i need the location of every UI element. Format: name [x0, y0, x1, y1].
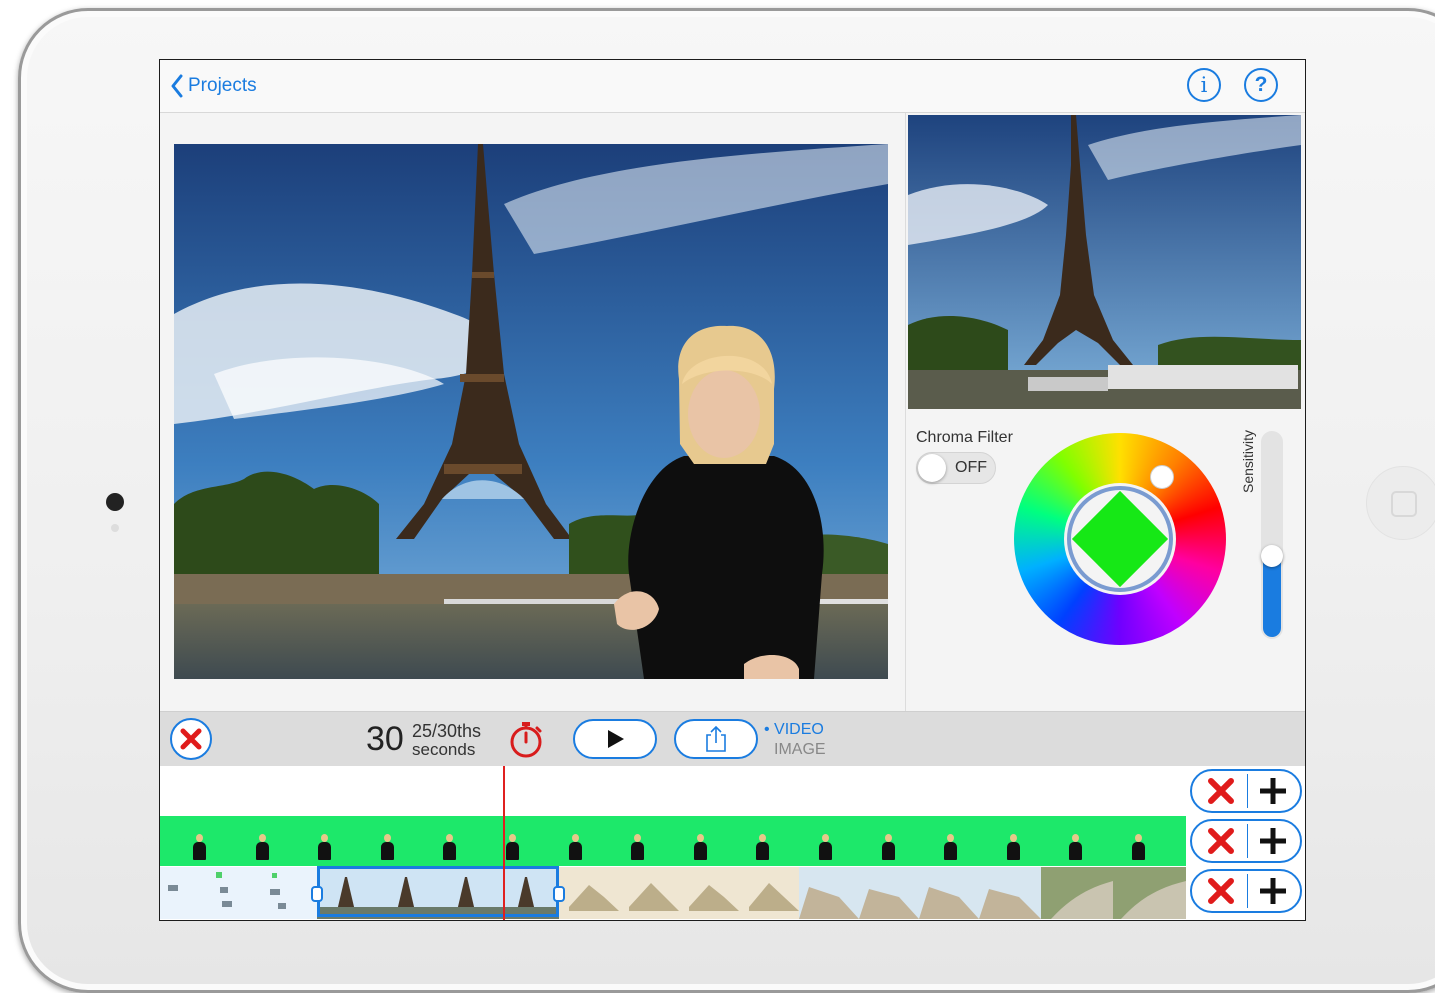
foreground-frame-thumbnail — [568, 834, 582, 862]
foreground-frame-thumbnail — [1131, 834, 1145, 862]
timer-icon — [510, 722, 542, 758]
row-controls-3 — [1190, 869, 1302, 913]
foreground-frame-thumbnail — [943, 834, 958, 862]
sensitivity-slider[interactable] — [1261, 431, 1283, 639]
foreground-video-track[interactable] — [160, 816, 1186, 866]
plus-icon — [1260, 778, 1286, 804]
info-icon: i — [1200, 73, 1208, 97]
plus-icon — [1260, 828, 1286, 854]
back-label: Projects — [188, 75, 257, 96]
chroma-filter-toggle[interactable]: OFF — [916, 452, 996, 484]
clip-stone-wall[interactable] — [799, 867, 1041, 919]
clip-landscape[interactable] — [559, 867, 799, 919]
remove-row-button[interactable] — [1204, 876, 1238, 906]
row-controls-2 — [1190, 819, 1302, 863]
remove-row-button[interactable] — [1204, 776, 1238, 806]
duration-fraction: 25/30ths — [412, 721, 482, 741]
foreground-frame-thumbnail — [755, 834, 770, 862]
delete-clip-button[interactable] — [170, 718, 212, 760]
chroma-panel: Chroma Filter OFF Sensitivity — [905, 113, 1305, 711]
mode-image-option[interactable]: IMAGE — [764, 740, 826, 760]
playhead[interactable] — [503, 766, 505, 920]
add-row-button[interactable] — [1256, 776, 1290, 806]
toggle-knob — [918, 454, 946, 482]
sensitivity-fill — [1263, 555, 1281, 637]
selected-clip-frame[interactable] — [311, 866, 565, 917]
foreground-frame-thumbnail — [1068, 834, 1083, 862]
foreground-frame-thumbnail — [442, 834, 457, 862]
foreground-frame-thumbnail — [255, 834, 269, 862]
composite-preview-area — [160, 113, 905, 711]
trim-handle-left[interactable] — [311, 886, 323, 902]
close-icon — [180, 728, 202, 750]
close-icon — [1208, 778, 1234, 804]
foreground-frame-thumbnail — [881, 834, 895, 862]
trim-handle-right[interactable] — [553, 886, 565, 902]
sensitivity-slider-thumb[interactable] — [1261, 545, 1283, 567]
foreground-frame-thumbnail — [192, 834, 206, 862]
light-sensor — [111, 524, 119, 532]
row-controls-1 — [1190, 769, 1302, 813]
composite-preview-image[interactable] — [174, 144, 888, 679]
share-button[interactable] — [674, 719, 758, 759]
foreground-frame-thumbnail — [693, 834, 707, 862]
foreground-frame-thumbnail — [630, 834, 645, 862]
help-icon: ? — [1254, 73, 1268, 96]
navigation-bar: Projects i ? — [160, 60, 1305, 113]
timer-button[interactable] — [506, 720, 546, 760]
playback-toolbar: 30 25/30ths seconds • VIDEO IMAGE — [160, 711, 1305, 767]
chevron-left-icon — [171, 74, 183, 98]
export-mode-selector[interactable]: • VIDEO IMAGE — [764, 720, 826, 760]
foreground-frame-thumbnail — [818, 834, 832, 862]
play-button[interactable] — [573, 719, 657, 759]
duration-seconds: 30 — [366, 720, 404, 758]
toggle-state-label: OFF — [955, 459, 987, 476]
add-row-button[interactable] — [1256, 876, 1290, 906]
help-button[interactable]: ? — [1244, 68, 1278, 102]
foreground-frame-thumbnail — [317, 834, 332, 862]
background-thumbnail[interactable] — [908, 115, 1301, 409]
add-row-button[interactable] — [1256, 826, 1290, 856]
app-screen: Projects i ? Chroma Filter OFF Sensitivi… — [159, 59, 1306, 921]
sensitivity-label: Sensitivity — [1240, 429, 1256, 493]
share-icon — [706, 725, 726, 752]
play-icon — [608, 730, 624, 748]
foreground-frame-thumbnail — [1006, 834, 1020, 862]
mode-video-option[interactable]: • VIDEO — [764, 720, 826, 740]
plus-icon — [1260, 878, 1286, 904]
info-button[interactable]: i — [1187, 68, 1221, 102]
clip-path[interactable] — [1041, 867, 1186, 919]
remove-row-button[interactable] — [1204, 826, 1238, 856]
duration-unit: seconds — [412, 740, 476, 759]
projects-back-button[interactable]: Projects — [170, 72, 257, 100]
home-button[interactable] — [1366, 466, 1435, 540]
close-icon — [1208, 828, 1234, 854]
front-camera — [106, 493, 124, 511]
clip-thumbnail[interactable] — [160, 867, 318, 919]
foreground-frame-thumbnail — [505, 834, 519, 862]
foreground-frame-thumbnail — [380, 834, 394, 862]
timeline — [160, 766, 1305, 920]
color-wheel-handle[interactable] — [1150, 465, 1174, 489]
chroma-filter-label: Chroma Filter — [916, 429, 1013, 446]
close-icon — [1208, 878, 1234, 904]
color-wheel[interactable] — [1014, 433, 1226, 645]
